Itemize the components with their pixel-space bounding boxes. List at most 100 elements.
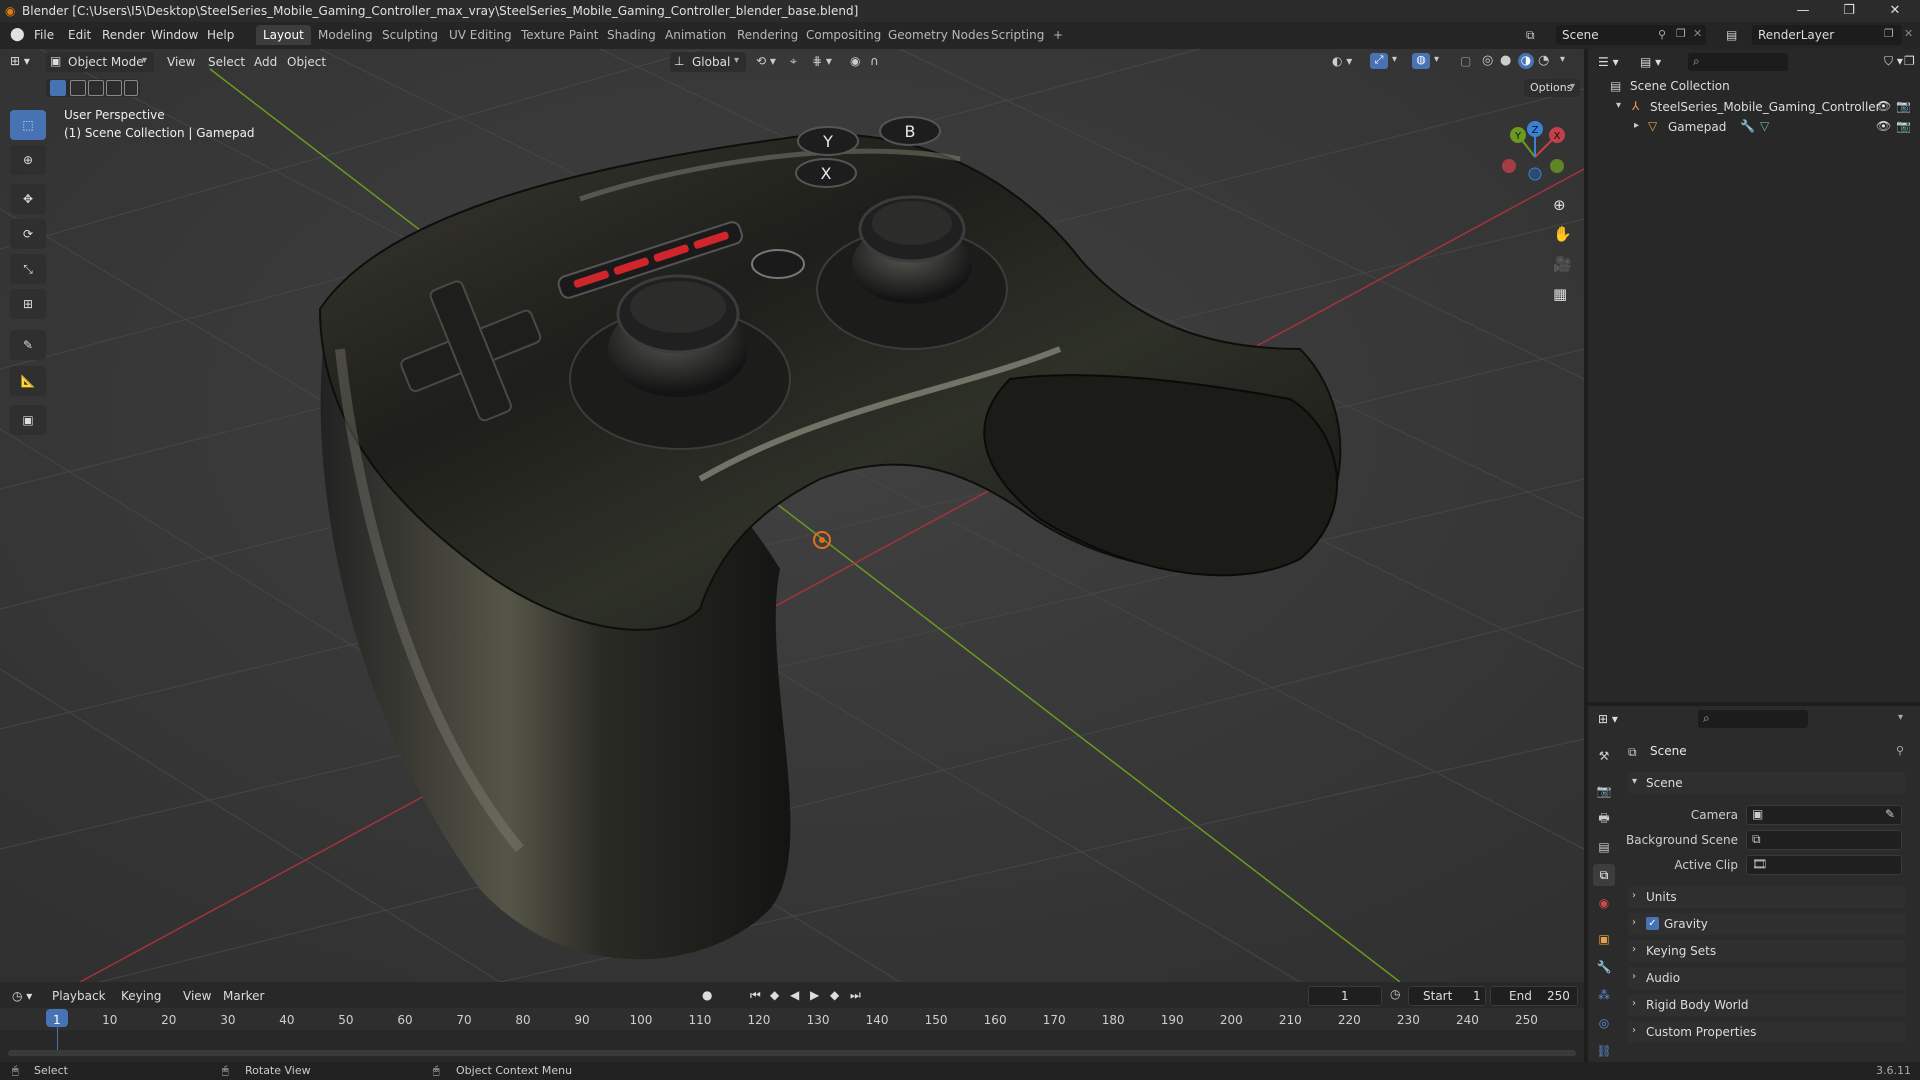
physics-tab-icon[interactable]: ◎ bbox=[1593, 1012, 1615, 1034]
tab-sculpting[interactable]: Sculpting bbox=[375, 25, 445, 45]
filter-icon[interactable]: ⛉ ▾ bbox=[1884, 54, 1903, 69]
jump-start-icon[interactable]: ⏮ bbox=[750, 988, 761, 1003]
add-cube-tool[interactable]: ▣ bbox=[10, 405, 46, 435]
custom-properties-panel-header[interactable]: › Custom Properties bbox=[1628, 1021, 1906, 1043]
timeline-menu-marker[interactable]: Marker bbox=[223, 989, 264, 1003]
eye-icon[interactable]: 👁 bbox=[1876, 119, 1891, 133]
blender-menu-icon[interactable]: ⬤ bbox=[10, 27, 25, 42]
expand-arrow-icon[interactable]: ▾ bbox=[1616, 100, 1621, 111]
select-intersect-icon[interactable] bbox=[124, 80, 138, 96]
snap-icon[interactable]: ⌖ bbox=[790, 54, 797, 69]
expand-arrow-icon[interactable]: ▸ bbox=[1634, 120, 1639, 131]
units-panel-header[interactable]: › Units bbox=[1628, 886, 1906, 908]
tab-animation[interactable]: Animation bbox=[658, 25, 733, 45]
view-layer-selector[interactable]: RenderLayer ❐ bbox=[1752, 25, 1902, 45]
pan-hand-icon[interactable]: ✋ bbox=[1553, 225, 1572, 243]
rotate-tool[interactable]: ⟳ bbox=[10, 219, 46, 249]
timeline-menu-playback[interactable]: Playback bbox=[52, 989, 106, 1003]
pin-icon[interactable]: ⚲ bbox=[1658, 28, 1666, 41]
select-extend-icon[interactable] bbox=[70, 80, 86, 96]
outliner-search-input[interactable]: ⌕ bbox=[1688, 53, 1788, 71]
menu-window[interactable]: Window bbox=[151, 28, 198, 42]
select-new-icon[interactable] bbox=[50, 80, 66, 96]
chevron-down-icon[interactable]: ▾ bbox=[1560, 54, 1565, 65]
view-layer-tab-icon[interactable]: ▤ bbox=[1593, 836, 1615, 858]
annotate-tool[interactable]: ✎ bbox=[10, 330, 46, 360]
maximize-button[interactable]: ❐ bbox=[1826, 0, 1872, 22]
editor-type-button[interactable]: ⊞ ▾ bbox=[10, 54, 30, 68]
camera-view-icon[interactable]: 🎥 bbox=[1553, 255, 1572, 273]
material-preview-icon[interactable]: ◑ bbox=[1518, 53, 1534, 69]
selection-mode-toggles[interactable] bbox=[46, 79, 140, 97]
world-tab-icon[interactable]: ◉ bbox=[1593, 892, 1615, 914]
menu-render[interactable]: Render bbox=[102, 28, 145, 42]
gizmo-toggle-icon[interactable]: ⤢ bbox=[1370, 53, 1388, 69]
start-frame-field[interactable]: Start 1 bbox=[1408, 986, 1486, 1006]
camera-field[interactable]: ▣ ✎ bbox=[1746, 805, 1902, 825]
falloff-icon[interactable]: ∩ bbox=[870, 54, 879, 68]
scale-tool[interactable]: ⤡ bbox=[10, 254, 46, 284]
active-clip-field[interactable]: 🎞 bbox=[1746, 855, 1902, 875]
preview-range-icon[interactable]: ◷ bbox=[1390, 987, 1400, 1001]
tab-shading[interactable]: Shading bbox=[600, 25, 663, 45]
viewport-menu-object[interactable]: Object bbox=[287, 55, 326, 69]
output-tab-icon[interactable]: 🖶 bbox=[1593, 808, 1615, 830]
play-icon[interactable]: ▶ bbox=[810, 988, 819, 1002]
menu-help[interactable]: Help bbox=[207, 28, 234, 42]
viewport-menu-add[interactable]: Add bbox=[254, 55, 277, 69]
snap-target-icon[interactable]: ⋕ ▾ bbox=[812, 54, 832, 68]
measure-tool[interactable]: 📐 bbox=[10, 366, 46, 396]
keying-sets-panel-header[interactable]: › Keying Sets bbox=[1628, 940, 1906, 962]
camera-icon[interactable]: 📷 bbox=[1896, 99, 1911, 113]
viewport-menu-select[interactable]: Select bbox=[208, 55, 245, 69]
scene-tab-icon[interactable]: ⧉ bbox=[1593, 864, 1615, 886]
delete-view-layer-icon[interactable]: ✕ bbox=[1904, 27, 1913, 40]
jump-end-icon[interactable]: ⏭ bbox=[850, 988, 861, 1003]
eye-icon[interactable]: 👁 bbox=[1876, 99, 1891, 113]
select-box-tool[interactable]: ⬚ bbox=[10, 110, 46, 140]
chevron-down-icon[interactable]: ▾ bbox=[1898, 712, 1903, 723]
modifier-tab-icon[interactable]: 🔧 bbox=[1593, 956, 1615, 978]
view-layer-icon[interactable]: ▤ bbox=[1726, 28, 1737, 42]
proportional-edit-icon[interactable]: ◉ bbox=[850, 54, 860, 68]
timeline-editor-type-icon[interactable]: ◷ ▾ bbox=[12, 989, 32, 1003]
ortho-toggle-icon[interactable]: ▦ bbox=[1553, 285, 1567, 303]
menu-file[interactable]: File bbox=[34, 28, 54, 42]
tab-rendering[interactable]: Rendering bbox=[730, 25, 805, 45]
xray-icon[interactable]: ▢ bbox=[1460, 54, 1471, 68]
display-mode-icon[interactable]: ▤ ▾ bbox=[1640, 55, 1661, 69]
options-button[interactable]: Options ▾ bbox=[1524, 79, 1580, 97]
scene-panel-header[interactable]: ▾ Scene bbox=[1628, 772, 1906, 794]
close-button[interactable]: ✕ bbox=[1872, 0, 1918, 22]
3d-viewport[interactable]: Y B X ⊞ ▾ ▣ Object Mode ▾ View Select Ad… bbox=[0, 49, 1584, 982]
rendered-shading-icon[interactable]: ◔ bbox=[1538, 53, 1549, 68]
add-workspace-button[interactable]: + bbox=[1046, 25, 1070, 45]
tool-tab-icon[interactable]: ⚒ bbox=[1593, 745, 1615, 767]
pin-icon[interactable]: ⚲ bbox=[1896, 744, 1904, 757]
eyedropper-icon[interactable]: ✎ bbox=[1885, 807, 1895, 821]
tab-texture-paint[interactable]: Texture Paint bbox=[514, 25, 605, 45]
particles-tab-icon[interactable]: ⁂ bbox=[1593, 984, 1615, 1006]
navigation-gizmo[interactable]: X Y Z bbox=[1495, 112, 1575, 192]
timeline-menu-keying[interactable]: Keying bbox=[121, 989, 161, 1003]
auto-keying-icon[interactable]: ● bbox=[702, 988, 712, 1002]
new-collection-icon[interactable]: ❐ bbox=[1904, 54, 1915, 68]
new-scene-icon[interactable]: ❐ bbox=[1676, 27, 1686, 40]
delete-scene-icon[interactable]: ✕ bbox=[1693, 27, 1702, 40]
background-scene-field[interactable]: ⧉ bbox=[1746, 830, 1902, 850]
audio-panel-header[interactable]: › Audio bbox=[1628, 967, 1906, 989]
tab-compositing[interactable]: Compositing bbox=[799, 25, 888, 45]
tab-uv-editing[interactable]: UV Editing bbox=[442, 25, 519, 45]
overlays-icon[interactable]: ◍ bbox=[1412, 53, 1430, 69]
scene-collection-label[interactable]: Scene Collection bbox=[1630, 79, 1730, 93]
properties-search-input[interactable]: ⌕ bbox=[1698, 710, 1808, 728]
cursor-tool[interactable]: ⊕ bbox=[10, 145, 46, 175]
end-frame-field[interactable]: End 250 bbox=[1490, 986, 1578, 1006]
select-invert-icon[interactable] bbox=[106, 80, 122, 96]
mode-selector[interactable]: ▣ Object Mode ▾ bbox=[46, 52, 154, 72]
visibility-icon[interactable]: ◐ ▾ bbox=[1332, 54, 1352, 68]
timeline-scrollbar[interactable] bbox=[8, 1050, 1576, 1056]
modifier-icon[interactable]: 🔧 bbox=[1740, 119, 1755, 133]
tab-layout[interactable]: Layout bbox=[256, 25, 311, 45]
solid-shading-icon[interactable]: ● bbox=[1500, 53, 1511, 68]
